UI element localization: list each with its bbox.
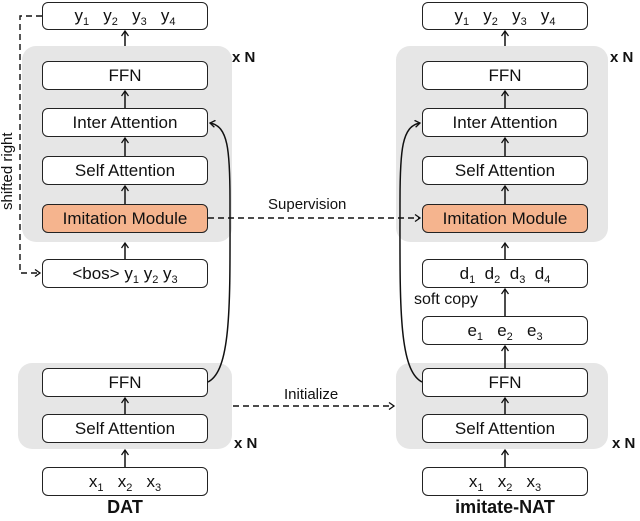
arrow-dat-encoder-to-inter-attention — [207, 123, 231, 383]
shifted-right-connector — [19, 15, 42, 273]
arrow-nat-encoder-to-inter-attention — [399, 123, 423, 383]
connector-arrows — [19, 15, 640, 467]
